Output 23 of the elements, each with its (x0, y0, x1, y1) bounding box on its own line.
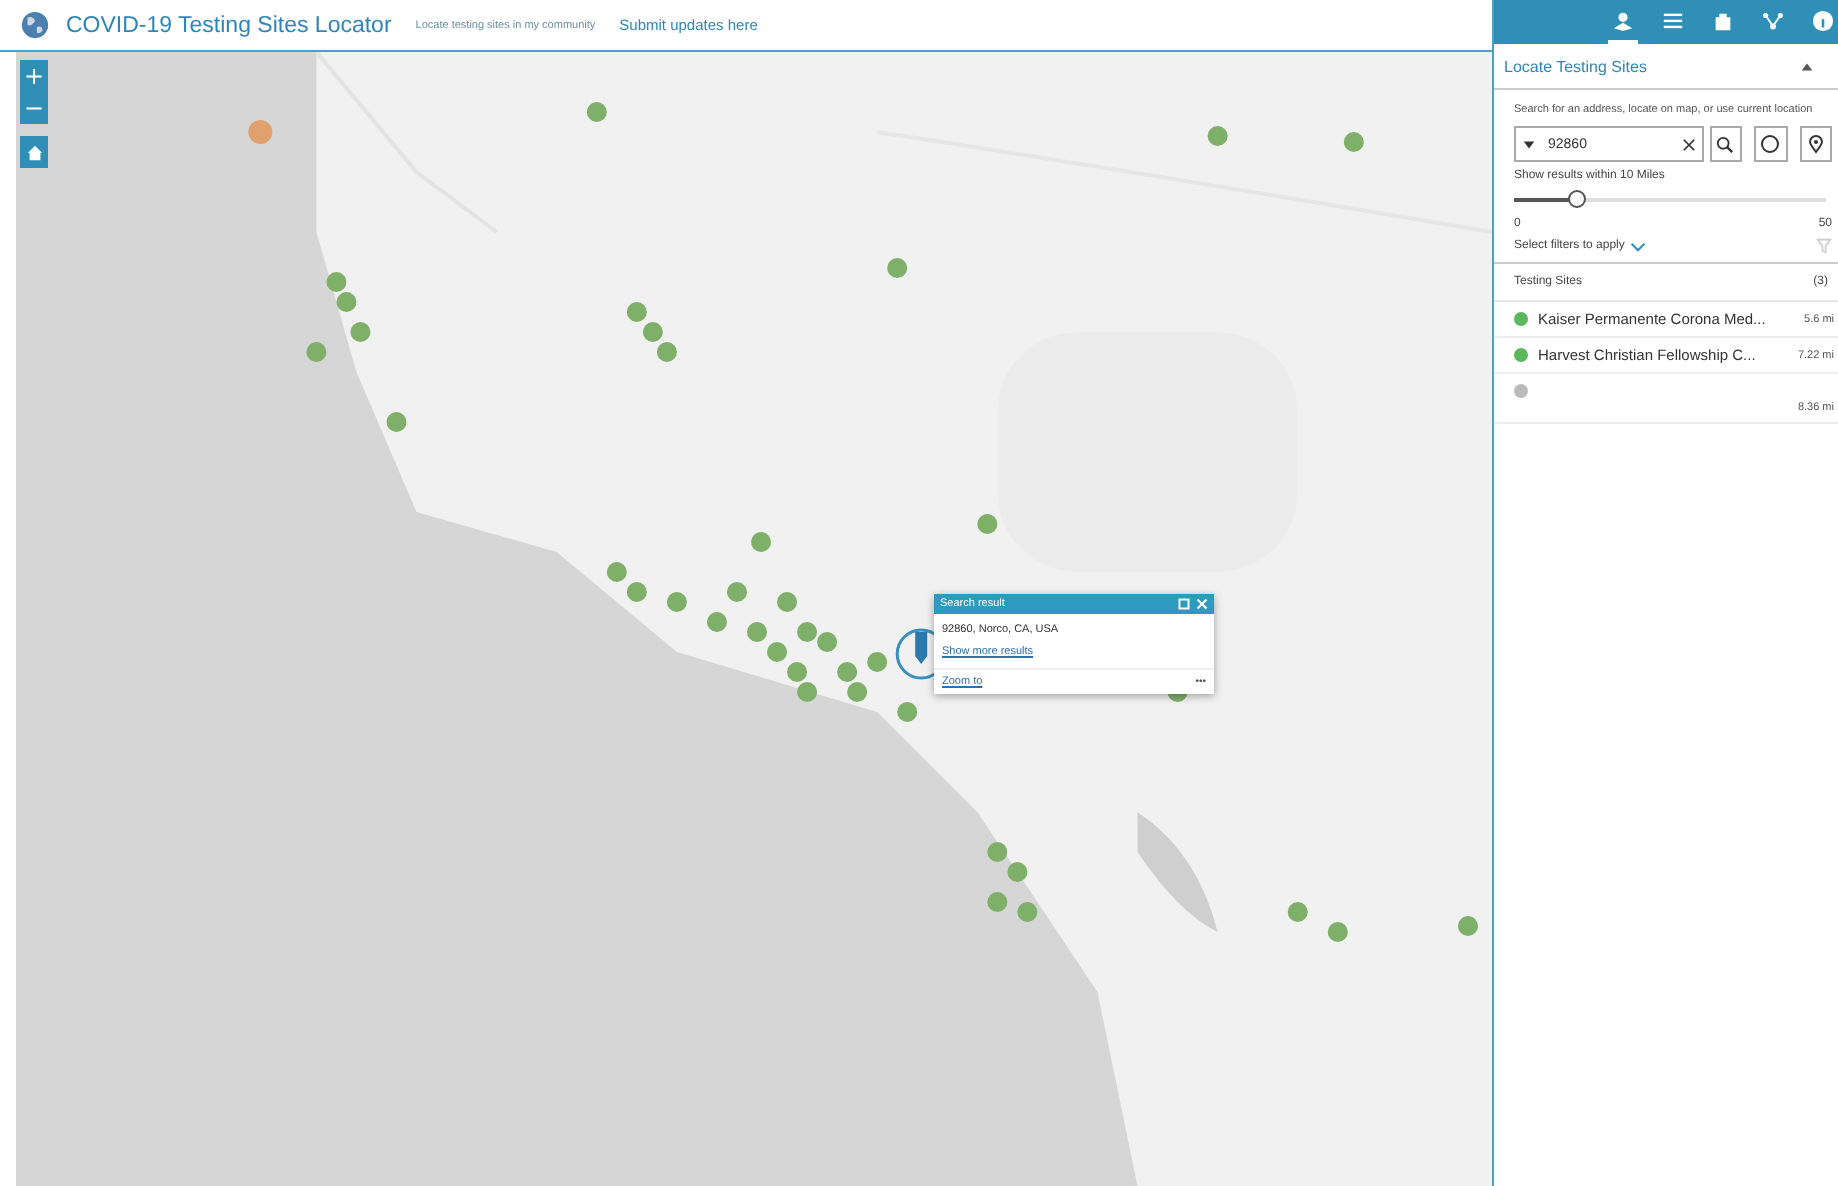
globe-icon (20, 10, 50, 40)
dropdown-icon (1522, 137, 1536, 151)
home-button[interactable] (20, 136, 48, 168)
app-title: COVID-19 Testing Sites Locator (66, 13, 392, 37)
home-icon (25, 143, 43, 161)
current-location-button[interactable] (1799, 126, 1832, 162)
panel-title: Locate Testing Sites (1504, 57, 1647, 75)
circle-icon (1760, 134, 1781, 154)
collapse-icon[interactable] (1800, 59, 1814, 73)
search-icon (1716, 135, 1735, 153)
list-icon (1662, 9, 1684, 31)
share-icon (1762, 9, 1784, 31)
location-pin-icon (1805, 134, 1826, 154)
zoom-out-button[interactable]: − (20, 92, 48, 124)
close-icon[interactable] (1196, 598, 1208, 610)
chevron-down-icon[interactable] (1630, 241, 1647, 251)
bag-icon (1712, 9, 1734, 31)
search-button[interactable] (1709, 126, 1743, 162)
locate-map-button[interactable] (1754, 126, 1788, 162)
maximize-icon[interactable] (1178, 598, 1190, 610)
person-pin-icon (1612, 9, 1634, 31)
zoom-in-button[interactable]: + (20, 60, 48, 92)
clear-icon (1681, 137, 1696, 151)
